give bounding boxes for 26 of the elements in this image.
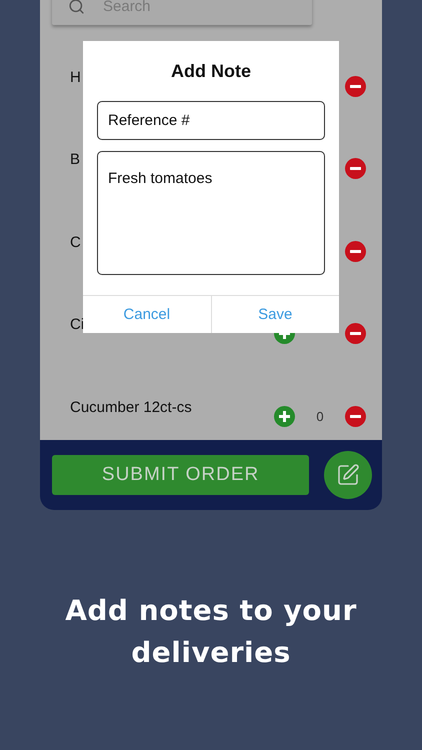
note-field[interactable]: Fresh tomatoes	[97, 151, 325, 275]
remove-button[interactable]	[345, 76, 366, 97]
minus-icon	[350, 414, 361, 418]
product-name: C	[70, 234, 81, 251]
plus-icon	[279, 410, 290, 422]
search-icon	[68, 0, 85, 14]
minus-icon	[350, 250, 361, 253]
product-name: Cucumber 12ct-cs	[70, 398, 192, 416]
product-name: B	[70, 151, 80, 168]
minus-icon	[350, 84, 361, 88]
note-button[interactable]	[324, 451, 372, 499]
submit-order-button[interactable]: SUBMIT ORDER	[52, 455, 310, 495]
remove-button[interactable]	[345, 406, 366, 427]
reference-field[interactable]: Reference #	[97, 101, 325, 140]
add-button[interactable]	[274, 406, 295, 427]
minus-icon	[350, 332, 361, 336]
product-name: H	[70, 68, 81, 86]
quantity-count: 0	[315, 408, 325, 424]
product-name: Ci	[70, 316, 84, 334]
remove-button[interactable]	[345, 323, 366, 344]
remove-button[interactable]	[345, 158, 366, 180]
minus-icon	[350, 167, 361, 170]
edit-icon	[336, 463, 360, 487]
dialog-title: Add Note	[170, 61, 252, 82]
caption: Add notes to your deliveries	[64, 593, 358, 671]
remove-button[interactable]	[345, 240, 366, 262]
